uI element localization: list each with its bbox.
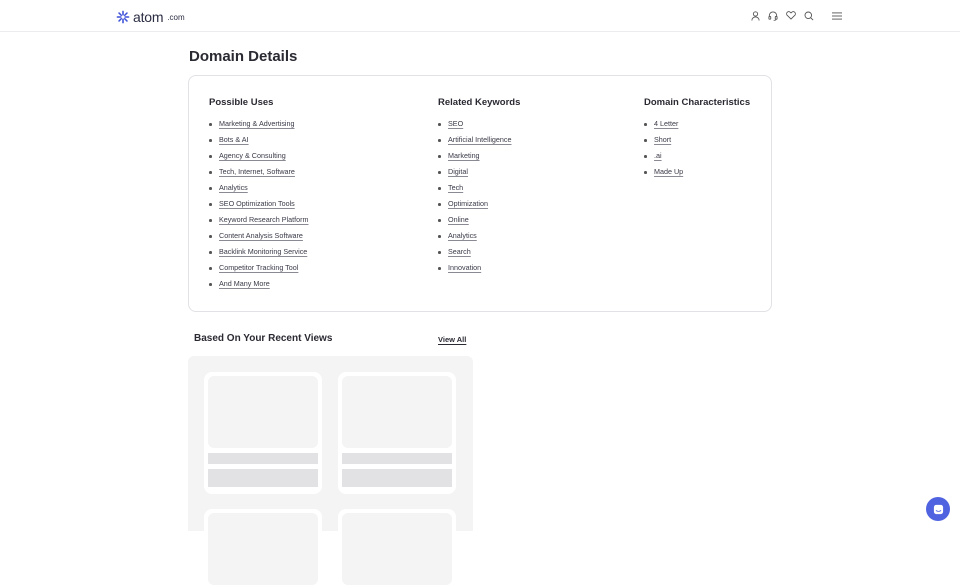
list-item[interactable]: Online	[438, 212, 520, 228]
skeleton-line	[342, 469, 452, 487]
keyword-link[interactable]: Search	[448, 247, 471, 256]
list-item[interactable]: Innovation	[438, 260, 520, 276]
list-item[interactable]: Backlink Monitoring Service	[209, 244, 308, 260]
list-item[interactable]: SEO Optimization Tools	[209, 196, 308, 212]
domain-characteristics-column: Domain Characteristics 4 Letter Short .a…	[644, 97, 750, 180]
use-link[interactable]: And Many More	[219, 279, 270, 288]
logo-wordmark: atom	[133, 9, 164, 25]
atom-logo[interactable]: atom .com	[116, 8, 185, 26]
heart-icon[interactable]	[786, 10, 796, 21]
list-item[interactable]: Analytics	[438, 228, 520, 244]
skeleton-image	[342, 376, 452, 448]
keyword-link[interactable]: Marketing	[448, 151, 480, 160]
list-item[interactable]: Artificial Intelligence	[438, 132, 520, 148]
characteristic-link[interactable]: Made Up	[654, 167, 683, 176]
list-item[interactable]: Bots & AI	[209, 132, 308, 148]
keyword-link[interactable]: SEO	[448, 119, 463, 128]
skeleton-line	[208, 453, 318, 464]
list-item[interactable]: Marketing & Advertising	[209, 116, 308, 132]
skeleton-card	[338, 372, 456, 494]
characteristic-link[interactable]: Short	[654, 135, 671, 144]
use-link[interactable]: Backlink Monitoring Service	[219, 247, 307, 256]
list-item[interactable]: Digital	[438, 164, 520, 180]
use-link[interactable]: SEO Optimization Tools	[219, 199, 295, 208]
list-item[interactable]: Marketing	[438, 148, 520, 164]
possible-uses-heading: Possible Uses	[209, 97, 274, 108]
chat-support-button[interactable]	[926, 497, 950, 521]
user-icon[interactable]	[750, 10, 760, 21]
keyword-link[interactable]: Optimization	[448, 199, 488, 208]
use-link[interactable]: Agency & Consulting	[219, 151, 286, 160]
list-item[interactable]: 4 Letter	[644, 116, 750, 132]
list-item[interactable]: SEO	[438, 116, 520, 132]
use-link[interactable]: Tech, Internet, Software	[219, 167, 295, 176]
keyword-link[interactable]: Online	[448, 215, 469, 224]
list-item[interactable]: Optimization	[438, 196, 520, 212]
list-item[interactable]: Keyword Research Platform	[209, 212, 308, 228]
domain-characteristics-list: 4 Letter Short .ai Made Up	[644, 116, 750, 180]
related-keywords-column: Related Keywords SEO Artificial Intellig…	[438, 97, 520, 276]
page-title: Domain Details	[189, 48, 298, 65]
skeleton-image	[342, 513, 452, 585]
possible-uses-column: Possible Uses Marketing & Advertising Bo…	[209, 97, 308, 292]
keyword-link[interactable]: Tech	[448, 183, 463, 192]
menu-icon[interactable]	[832, 10, 842, 21]
recent-views-carousel	[188, 356, 473, 585]
skeleton-card	[204, 509, 322, 585]
characteristic-link[interactable]: 4 Letter	[654, 119, 678, 128]
list-item[interactable]: Analytics	[209, 180, 308, 196]
skeleton-card	[204, 372, 322, 494]
related-keywords-list: SEO Artificial Intelligence Marketing Di…	[438, 116, 520, 276]
possible-uses-list: Marketing & Advertising Bots & AI Agency…	[209, 116, 308, 292]
search-icon[interactable]	[804, 10, 814, 21]
skeleton-line	[208, 469, 318, 487]
logo-tld: .com	[167, 13, 185, 22]
list-item[interactable]: Tech	[438, 180, 520, 196]
list-item[interactable]: Short	[644, 132, 750, 148]
headset-icon[interactable]	[768, 10, 778, 21]
keyword-link[interactable]: Artificial Intelligence	[448, 135, 512, 144]
use-link[interactable]: Content Analysis Software	[219, 231, 303, 240]
list-item[interactable]: Tech, Internet, Software	[209, 164, 308, 180]
recent-views-heading: Based On Your Recent Views	[194, 333, 333, 344]
skeleton-card	[338, 509, 456, 585]
use-link[interactable]: Keyword Research Platform	[219, 215, 308, 224]
list-item[interactable]: Agency & Consulting	[209, 148, 308, 164]
skeleton-image	[208, 376, 318, 448]
keyword-link[interactable]: Digital	[448, 167, 468, 176]
chat-icon	[933, 504, 943, 514]
list-item[interactable]: Search	[438, 244, 520, 260]
use-link[interactable]: Competitor Tracking Tool	[219, 263, 298, 272]
list-item[interactable]: Content Analysis Software	[209, 228, 308, 244]
characteristic-link[interactable]: .ai	[654, 151, 662, 160]
domain-characteristics-heading: Domain Characteristics	[644, 97, 751, 108]
top-nav-bar: atom .com	[0, 0, 960, 32]
use-link[interactable]: Bots & AI	[219, 135, 249, 144]
atom-logo-icon	[116, 10, 130, 24]
list-item[interactable]: .ai	[644, 148, 750, 164]
use-link[interactable]: Analytics	[219, 183, 248, 192]
keyword-link[interactable]: Analytics	[448, 231, 477, 240]
skeleton-line	[342, 453, 452, 464]
skeleton-image	[208, 513, 318, 585]
list-item[interactable]: Competitor Tracking Tool	[209, 260, 308, 276]
keyword-link[interactable]: Innovation	[448, 263, 481, 272]
header-actions	[750, 10, 842, 21]
related-keywords-heading: Related Keywords	[438, 97, 521, 108]
list-item[interactable]: Made Up	[644, 164, 750, 180]
view-all-link[interactable]: View All	[438, 335, 466, 344]
domain-details-card: Possible Uses Marketing & Advertising Bo…	[188, 75, 772, 312]
list-item[interactable]: And Many More	[209, 276, 308, 292]
use-link[interactable]: Marketing & Advertising	[219, 119, 295, 128]
